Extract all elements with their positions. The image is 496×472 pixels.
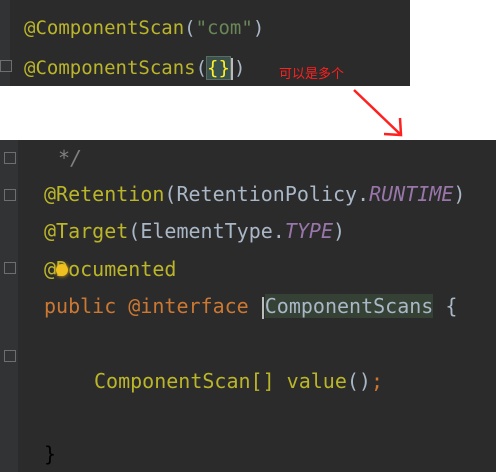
fold-marker-icon[interactable] <box>4 152 16 164</box>
annotation-name: @ComponentScan <box>24 17 185 39</box>
text-caret <box>230 57 233 80</box>
code-line-declaration[interactable]: public @interface ComponentScans { <box>44 294 457 319</box>
code-line-componentscan[interactable]: @ComponentScan("com") <box>24 16 264 40</box>
enum-class: RetentionPolicy. <box>176 182 370 206</box>
paren-close: ) <box>453 182 466 206</box>
callout-label: 可以是多个 <box>279 67 345 82</box>
open-brace: { <box>445 294 458 318</box>
semicolon: ; <box>370 369 384 393</box>
annotation-name: @Target <box>44 219 129 243</box>
fold-marker-icon[interactable] <box>4 189 16 201</box>
method-name: value <box>286 369 347 393</box>
keyword-public: public <box>44 294 117 318</box>
closing-brace: } <box>44 442 57 466</box>
keyword-interface: @interface <box>128 294 249 318</box>
comment-end: */ <box>58 146 83 170</box>
paren-open: ( <box>164 182 177 206</box>
method-parens: () <box>346 369 371 393</box>
fold-marker-icon[interactable] <box>0 60 12 72</box>
fold-marker-icon[interactable] <box>4 262 16 274</box>
editor-gutter <box>0 0 10 86</box>
paren-close: ) <box>333 219 346 243</box>
code-line-method[interactable]: ComponentScan[] value(); <box>94 369 383 393</box>
annotation-at: @ <box>44 257 57 281</box>
interface-name: ComponentScans <box>264 294 434 318</box>
paren-open: ( <box>128 219 141 243</box>
enum-class: ElementType. <box>140 219 285 243</box>
paren-close: ) <box>233 57 246 79</box>
return-type: ComponentScan[] <box>94 369 275 393</box>
fold-marker-icon[interactable] <box>4 350 16 362</box>
string-literal: "com" <box>195 17 253 39</box>
code-line-retention[interactable]: @Retention(RetentionPolicy.RUNTIME) <box>44 182 465 206</box>
code-line-target[interactable]: @Target(ElementType.TYPE) <box>44 219 345 243</box>
bottom-code-editor: */ @Retention(RetentionPolicy.RUNTIME) @… <box>0 140 496 472</box>
paren-open: ( <box>195 57 208 79</box>
annotation-name: @ComponentScans <box>24 57 196 79</box>
callout-arrow-icon <box>353 89 403 137</box>
array-braces-highlighted: {} <box>206 56 231 80</box>
top-code-editor: @ComponentScan("com") @ComponentScans({}… <box>0 0 410 86</box>
enum-constant: RUNTIME <box>369 182 454 206</box>
paren-close: ) <box>252 17 265 39</box>
paren-open: ( <box>184 17 196 39</box>
lightbulb-icon[interactable] <box>56 264 68 276</box>
annotation-name: @Retention <box>44 182 165 206</box>
enum-constant: TYPE <box>284 219 334 243</box>
annotation-name: Documented <box>56 257 177 281</box>
text-caret <box>261 296 264 319</box>
code-line-componentscans[interactable]: @ComponentScans({}) <box>24 56 245 80</box>
